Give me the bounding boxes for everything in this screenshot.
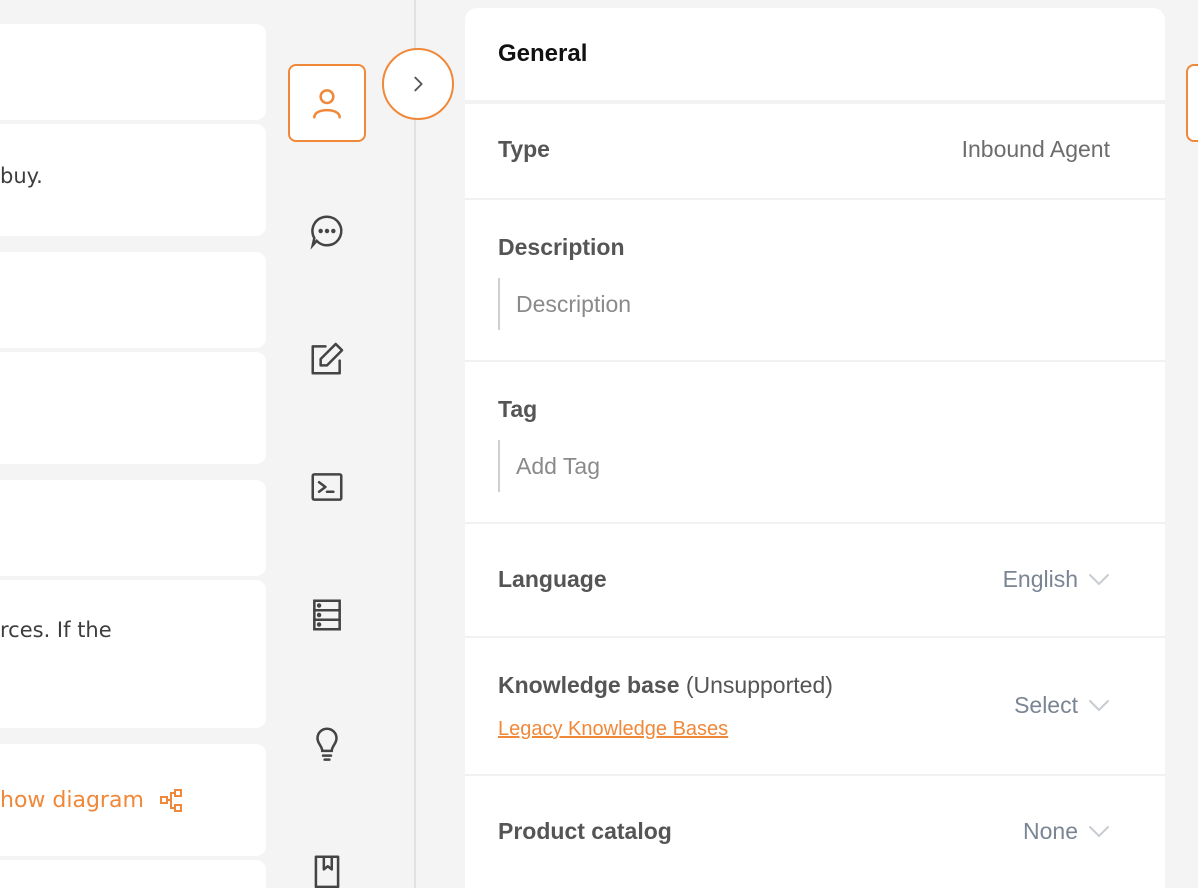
- card[interactable]: [0, 252, 266, 348]
- left-content-column: buy. rces. If the how diagram: [0, 0, 268, 888]
- lightbulb-icon: [316, 727, 338, 761]
- description-input[interactable]: Description: [498, 278, 1098, 330]
- rail-ideas-button[interactable]: [288, 704, 366, 782]
- knowledge-base-value: Select: [1014, 692, 1078, 718]
- type-label: Type: [498, 136, 550, 162]
- product-catalog-row: Product catalog None: [465, 776, 1165, 888]
- rail-edit-button[interactable]: [288, 320, 366, 398]
- knowledge-base-label: Knowledge base (Unsupported): [498, 672, 833, 699]
- terminal-icon: [311, 473, 343, 501]
- panel-toggle-button[interactable]: [382, 48, 454, 120]
- type-value: Inbound Agent: [961, 136, 1110, 162]
- chevron-down-icon: [1089, 573, 1109, 585]
- description-row: Description Description: [465, 200, 1165, 362]
- card[interactable]: [0, 24, 266, 120]
- tag-label: Tag: [498, 396, 538, 422]
- icon-rail: [268, 0, 416, 888]
- card[interactable]: buy.: [0, 124, 266, 236]
- language-label: Language: [498, 566, 607, 592]
- language-select[interactable]: English: [1003, 566, 1110, 593]
- edit-icon: [311, 342, 344, 375]
- chat-bubble-icon: [310, 215, 343, 250]
- card[interactable]: [0, 860, 266, 888]
- show-diagram-label: how diagram: [0, 788, 144, 813]
- type-row: Type Inbound Agent: [465, 104, 1165, 200]
- tag-input[interactable]: Add Tag: [498, 440, 1098, 492]
- description-label: Description: [498, 234, 625, 260]
- rail-server-button[interactable]: [288, 576, 366, 654]
- card[interactable]: [0, 352, 266, 464]
- language-value: English: [1002, 566, 1078, 592]
- panel-header: General: [465, 8, 1165, 104]
- chevron-down-icon: [1089, 825, 1109, 837]
- knowledge-base-row: Knowledge base (Unsupported) Legacy Know…: [465, 638, 1165, 776]
- card-text: rces. If the: [0, 618, 112, 642]
- knowledge-base-select[interactable]: Select: [1014, 692, 1110, 719]
- user-icon: [313, 89, 341, 119]
- product-catalog-value: None: [1023, 818, 1078, 844]
- chevron-down-icon: [1089, 699, 1109, 711]
- rail-user-button[interactable]: [288, 64, 366, 142]
- rail-book-button[interactable]: [288, 832, 366, 888]
- diagram-icon: [159, 788, 182, 812]
- card-text: buy.: [0, 164, 43, 188]
- panel-title: General: [498, 40, 588, 67]
- language-row: Language English: [465, 524, 1165, 638]
- tag-row: Tag Add Tag: [465, 362, 1165, 524]
- knowledge-base-title: Knowledge base: [498, 672, 680, 698]
- general-panel: General Type Inbound Agent Description D…: [465, 8, 1165, 888]
- product-catalog-label: Product catalog: [498, 818, 672, 844]
- knowledge-base-suffix: (Unsupported): [685, 672, 833, 698]
- right-panel-button-edge[interactable]: [1186, 64, 1198, 142]
- show-diagram-link[interactable]: how diagram: [0, 788, 188, 813]
- card[interactable]: [0, 480, 266, 576]
- legacy-knowledge-bases-link[interactable]: Legacy Knowledge Bases: [498, 718, 728, 741]
- rail-chat-button[interactable]: [288, 192, 366, 270]
- card[interactable]: rces. If the: [0, 580, 266, 728]
- rail-terminal-button[interactable]: [288, 448, 366, 526]
- product-catalog-select[interactable]: None: [1023, 818, 1110, 845]
- chevron-right-icon: [414, 76, 423, 92]
- book-icon: [314, 855, 340, 888]
- server-icon: [313, 599, 341, 631]
- card[interactable]: how diagram: [0, 744, 266, 856]
